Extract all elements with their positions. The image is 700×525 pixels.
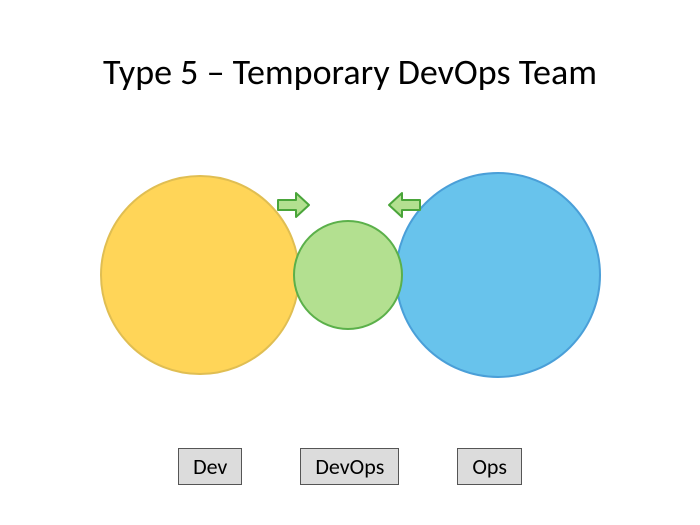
team-diagram [0,175,700,395]
dev-circle [100,175,300,375]
legend: Dev DevOps Ops [0,448,700,485]
legend-dev: Dev [178,448,242,485]
devops-circle [293,220,403,330]
ops-circle [395,172,601,378]
legend-ops: Ops [457,448,522,485]
legend-devops: DevOps [300,448,399,485]
page-title: Type 5 – Temporary DevOps Team [0,50,700,94]
arrow-left-icon [386,190,422,220]
arrow-right-icon [276,190,312,220]
